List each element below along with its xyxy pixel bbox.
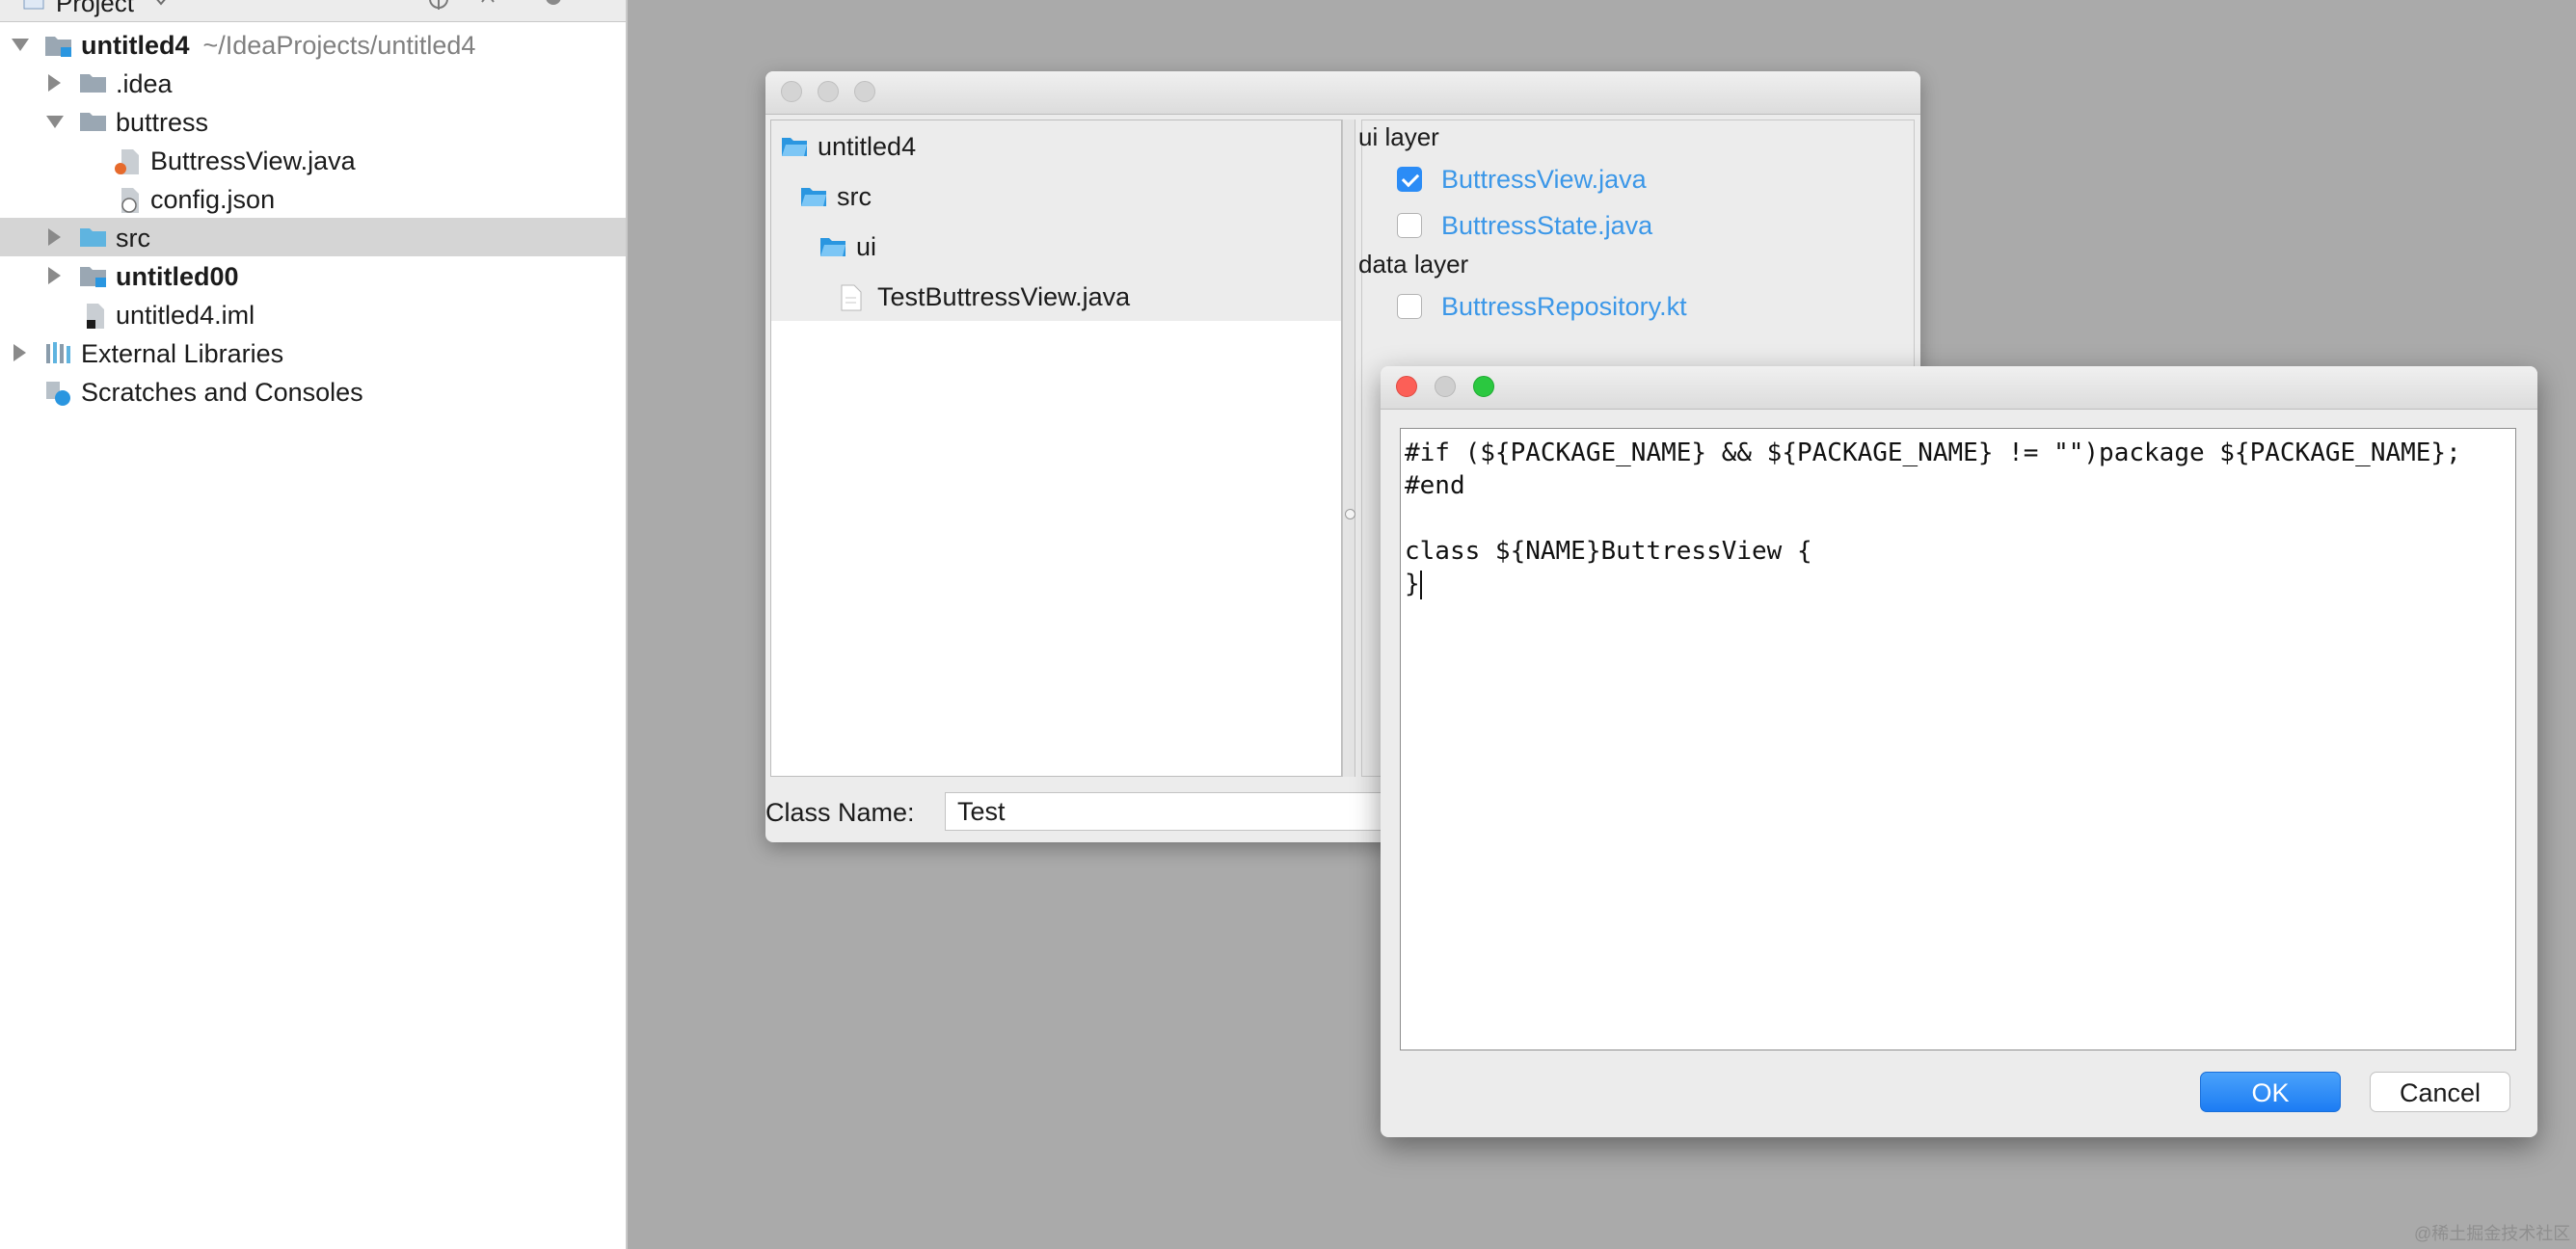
directory-item-label: untitled4 — [818, 132, 917, 161]
libraries-icon — [46, 342, 70, 363]
expand-arrow-icon[interactable] — [46, 116, 64, 128]
dialog-titlebar — [1381, 366, 2537, 410]
checkbox-buttressrepository-kt[interactable] — [1397, 294, 1422, 319]
ok-button[interactable]: OK — [2200, 1072, 2341, 1112]
directory-item-src[interactable]: src — [771, 171, 1341, 221]
folder-icon — [820, 238, 845, 256]
section-title-data-layer: data layer — [1358, 250, 1469, 279]
section-title-ui-layer: ui layer — [1358, 122, 1439, 151]
tree-item-label: buttress — [116, 108, 209, 137]
dialog-titlebar — [765, 71, 1920, 115]
zoom-window-button[interactable] — [1473, 376, 1494, 397]
folder-icon — [80, 113, 106, 131]
scratches-icon — [46, 382, 70, 406]
option-label: ButtressView.java — [1441, 164, 1647, 194]
code-line-text: } — [1405, 570, 1420, 598]
module-path-hint: ~/IdeaProjects/untitled4 — [202, 31, 476, 60]
gear-icon[interactable] — [542, 0, 565, 8]
directory-item-label: ui — [856, 232, 877, 261]
minimize-window-button[interactable] — [818, 81, 839, 102]
tree-item-label: ButtressView.java — [150, 146, 356, 175]
pane-splitter[interactable] — [1342, 120, 1355, 777]
text-caret — [1419, 570, 1422, 599]
option-buttressstate-java[interactable]: ButtressState.java — [1397, 209, 1652, 242]
directory-item-testbuttressview-java[interactable]: TestButtressView.java — [771, 271, 1341, 321]
option-label: ButtressState.java — [1441, 210, 1653, 240]
iml-file-icon — [87, 304, 104, 329]
class-name-label: Class Name: — [765, 798, 915, 827]
folder-icon — [80, 74, 106, 93]
file-icon — [841, 284, 862, 311]
expand-arrow-icon[interactable] — [48, 74, 61, 92]
splitter-handle[interactable] — [1345, 509, 1355, 519]
close-window-button[interactable] — [1396, 376, 1417, 397]
json-file-icon — [121, 188, 139, 213]
option-buttressview-java[interactable]: ButtressView.java — [1397, 163, 1647, 196]
tree-item-untitled00[interactable]: untitled00 — [0, 256, 626, 295]
chevron-down-icon[interactable] — [154, 0, 168, 6]
tree-item-label: untitled4.iml — [116, 301, 255, 330]
folder-icon — [782, 138, 807, 156]
watermark: @稀土掘金技术社区 — [2414, 1224, 2571, 1243]
project-toolbar: Project — [0, 0, 626, 22]
code-line: #end — [1405, 471, 1465, 500]
module-folder-icon — [45, 37, 71, 57]
tree-item-buttressview-java[interactable]: ButtressView.java — [0, 141, 626, 179]
tree-item-external-libraries[interactable]: External Libraries — [0, 333, 626, 372]
tree-item-src[interactable]: src — [0, 218, 626, 256]
module-folder-icon — [80, 267, 106, 287]
directory-item-untitled4[interactable]: untitled4 — [771, 120, 1341, 171]
code-line: #if (${PACKAGE_NAME} && ${PACKAGE_NAME} … — [1405, 438, 2461, 467]
locate-icon[interactable] — [426, 0, 451, 10]
expand-arrow-icon[interactable] — [48, 228, 61, 246]
option-label: ButtressRepository.kt — [1441, 291, 1687, 321]
project-view-label[interactable]: Project — [56, 0, 134, 18]
code-line: class ${NAME}ButtressView { — [1405, 537, 1812, 566]
directory-item-label: TestButtressView.java — [877, 282, 1131, 311]
tree-item-label: untitled00 — [116, 262, 239, 291]
tree-item-label: Scratches and Consoles — [81, 378, 363, 407]
tree-item-config-json[interactable]: config.json — [0, 179, 626, 218]
folder-icon — [801, 188, 826, 206]
expand-arrow-icon[interactable] — [48, 267, 61, 284]
template-code-editor[interactable]: #if (${PACKAGE_NAME} && ${PACKAGE_NAME} … — [1400, 428, 2516, 1050]
tree-item-label: .idea — [116, 69, 173, 98]
option-buttressrepository-kt[interactable]: ButtressRepository.kt — [1397, 290, 1687, 323]
zoom-window-button[interactable] — [854, 81, 875, 102]
tree-item-scratches[interactable]: Scratches and Consoles — [0, 372, 626, 411]
tree-item-buttress[interactable]: buttress — [0, 102, 626, 141]
template-editor-dialog: #if (${PACKAGE_NAME} && ${PACKAGE_NAME} … — [1381, 366, 2537, 1137]
checkbox-buttressview-java[interactable] — [1397, 167, 1422, 192]
directory-item-label: src — [837, 182, 872, 211]
cancel-button[interactable]: Cancel — [2370, 1072, 2510, 1112]
directory-tree: untitled4 src ui TestButtressView.java — [770, 120, 1342, 777]
java-file-icon — [115, 149, 139, 174]
tree-item-label: untitled4 — [81, 31, 190, 60]
tree-item-idea[interactable]: .idea — [0, 64, 626, 102]
code-line-last: } — [1405, 568, 2511, 600]
tree-item-untitled4-iml[interactable]: untitled4.iml — [0, 295, 626, 333]
expand-arrow-icon[interactable] — [13, 344, 26, 361]
expand-arrow-icon[interactable] — [12, 39, 29, 51]
tree-item-label: src — [116, 224, 150, 252]
tree-item-label: External Libraries — [81, 339, 284, 368]
project-view-icon — [23, 0, 44, 10]
directory-item-ui[interactable]: ui — [771, 221, 1341, 271]
checkbox-buttressstate-java[interactable] — [1397, 213, 1422, 238]
class-name-input[interactable] — [945, 792, 1446, 831]
tree-item-label: config.json — [150, 185, 276, 214]
collapse-all-icon[interactable] — [480, 0, 496, 4]
project-tool-window: Project untitled4 ~/IdeaProjects/untitled… — [0, 0, 628, 1249]
tree-item-untitled4[interactable]: untitled4 ~/IdeaProjects/untitled4 — [0, 25, 626, 64]
source-folder-icon — [80, 228, 106, 247]
minimize-window-button[interactable] — [1435, 376, 1456, 397]
close-window-button[interactable] — [781, 81, 802, 102]
